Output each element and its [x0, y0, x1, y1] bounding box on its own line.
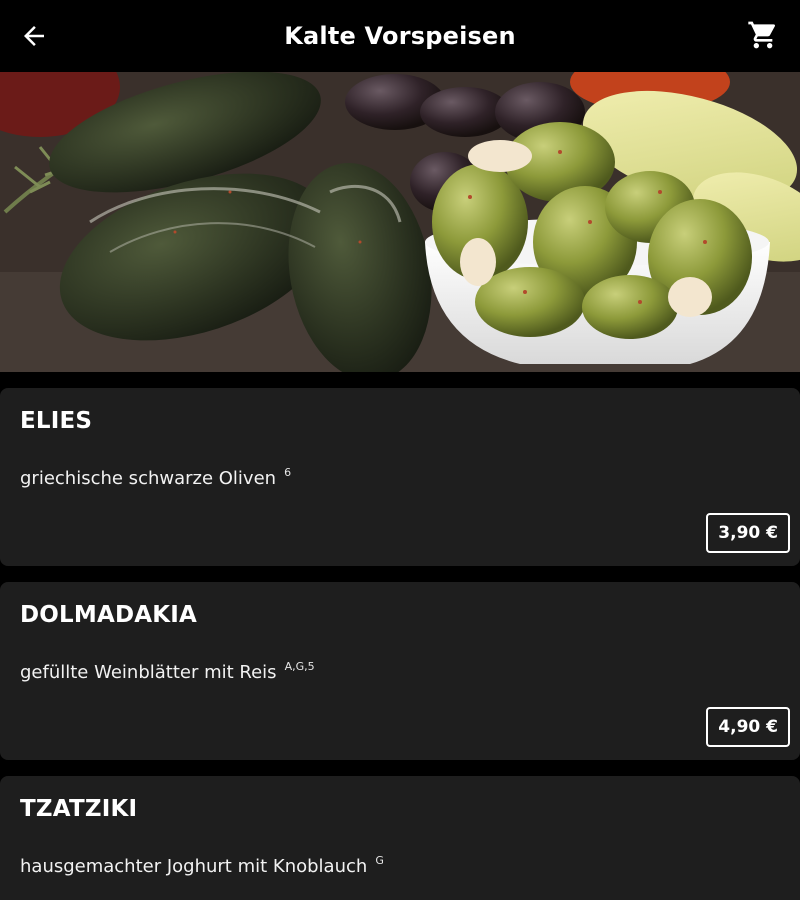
shopping-cart-icon	[748, 21, 776, 49]
allergen-codes: A,G,5	[284, 660, 315, 673]
price-add-button[interactable]: 3,90 €	[706, 513, 790, 553]
hero-food-image	[0, 72, 800, 372]
menu-item-card[interactable]: TZATZIKI hausgemachter Joghurt mit Knobl…	[0, 776, 800, 900]
price-add-button[interactable]: 4,90 €	[706, 707, 790, 747]
menu-item-description-text: griechische schwarze Oliven	[20, 468, 277, 489]
menu-item-description-text: hausgemachter Joghurt mit Knoblauch	[20, 856, 368, 877]
allergen-codes: G	[375, 854, 384, 867]
menu-item-description: hausgemachter Joghurt mit Knoblauch G	[20, 854, 384, 877]
menu-item-name: ELIES	[20, 408, 93, 434]
top-app-bar: Kalte Vorspeisen	[0, 0, 800, 72]
menu-item-name: DOLMADAKIA	[20, 602, 198, 628]
menu-item-description: gefüllte Weinblätter mit Reis A,G,5	[20, 660, 315, 683]
menu-item-card[interactable]: ELIES griechische schwarze Oliven 6 3,90 …	[0, 388, 800, 566]
cart-button[interactable]	[744, 16, 782, 54]
menu-item-description-text: gefüllte Weinblätter mit Reis	[20, 662, 277, 683]
menu-item-description: griechische schwarze Oliven 6	[20, 466, 291, 489]
allergen-codes: 6	[284, 466, 292, 479]
menu-item-name: TZATZIKI	[20, 796, 138, 822]
menu-item-card[interactable]: DOLMADAKIA gefüllte Weinblätter mit Reis…	[0, 582, 800, 760]
page-title: Kalte Vorspeisen	[284, 22, 516, 50]
